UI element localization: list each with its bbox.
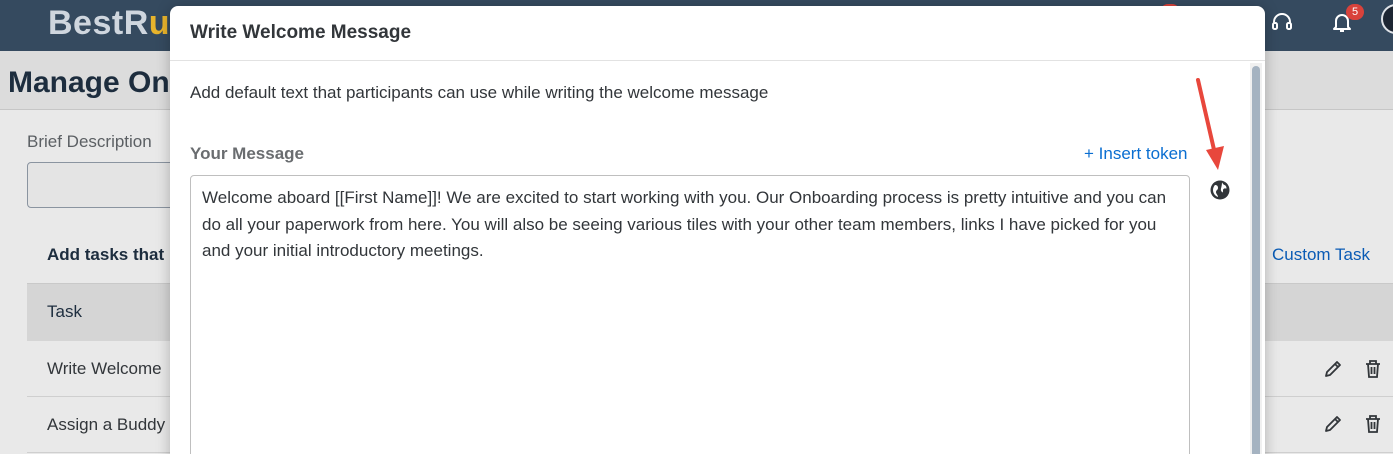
- edit-pencil-icon[interactable]: [1322, 358, 1344, 380]
- task-name: Assign a Buddy: [47, 415, 166, 434]
- brief-description-label: Brief Description: [27, 132, 152, 151]
- welcome-message-textarea[interactable]: Welcome aboard [[First Name]]! We are ex…: [190, 175, 1190, 454]
- bell-icon[interactable]: 5: [1330, 4, 1364, 34]
- app-logo[interactable]: BestRu: [48, 4, 170, 43]
- annotation-arrow: [1196, 78, 1224, 170]
- brief-description-input[interactable]: [27, 162, 187, 208]
- notification-badge: 5: [1346, 4, 1364, 20]
- scrollbar-thumb[interactable]: [1252, 66, 1260, 454]
- dialog-scrollbar[interactable]: [1250, 63, 1262, 454]
- page-title: Manage On: [8, 66, 170, 99]
- dialog-title: Write Welcome Message: [190, 22, 412, 43]
- dialog-header: Write Welcome Message: [170, 6, 1265, 61]
- globe-icon[interactable]: [1209, 179, 1231, 201]
- your-message-label: Your Message: [190, 144, 305, 163]
- column-header-task: Task: [47, 302, 82, 321]
- delete-trash-icon[interactable]: [1362, 358, 1384, 380]
- add-custom-task-link[interactable]: Custom Task: [1272, 245, 1370, 265]
- task-name: Write Welcome: [47, 359, 162, 378]
- headset-icon[interactable]: 74: [1160, 4, 1294, 34]
- edit-pencil-icon[interactable]: [1322, 413, 1344, 435]
- delete-trash-icon[interactable]: [1362, 413, 1384, 435]
- user-avatar[interactable]: [1381, 4, 1393, 34]
- tasks-heading: Add tasks that: [47, 245, 165, 264]
- insert-token-link[interactable]: + Insert token: [1084, 144, 1187, 164]
- dialog-description: Add default text that participants can u…: [190, 83, 769, 102]
- write-welcome-message-dialog: Write Welcome Message Add default text t…: [170, 6, 1265, 454]
